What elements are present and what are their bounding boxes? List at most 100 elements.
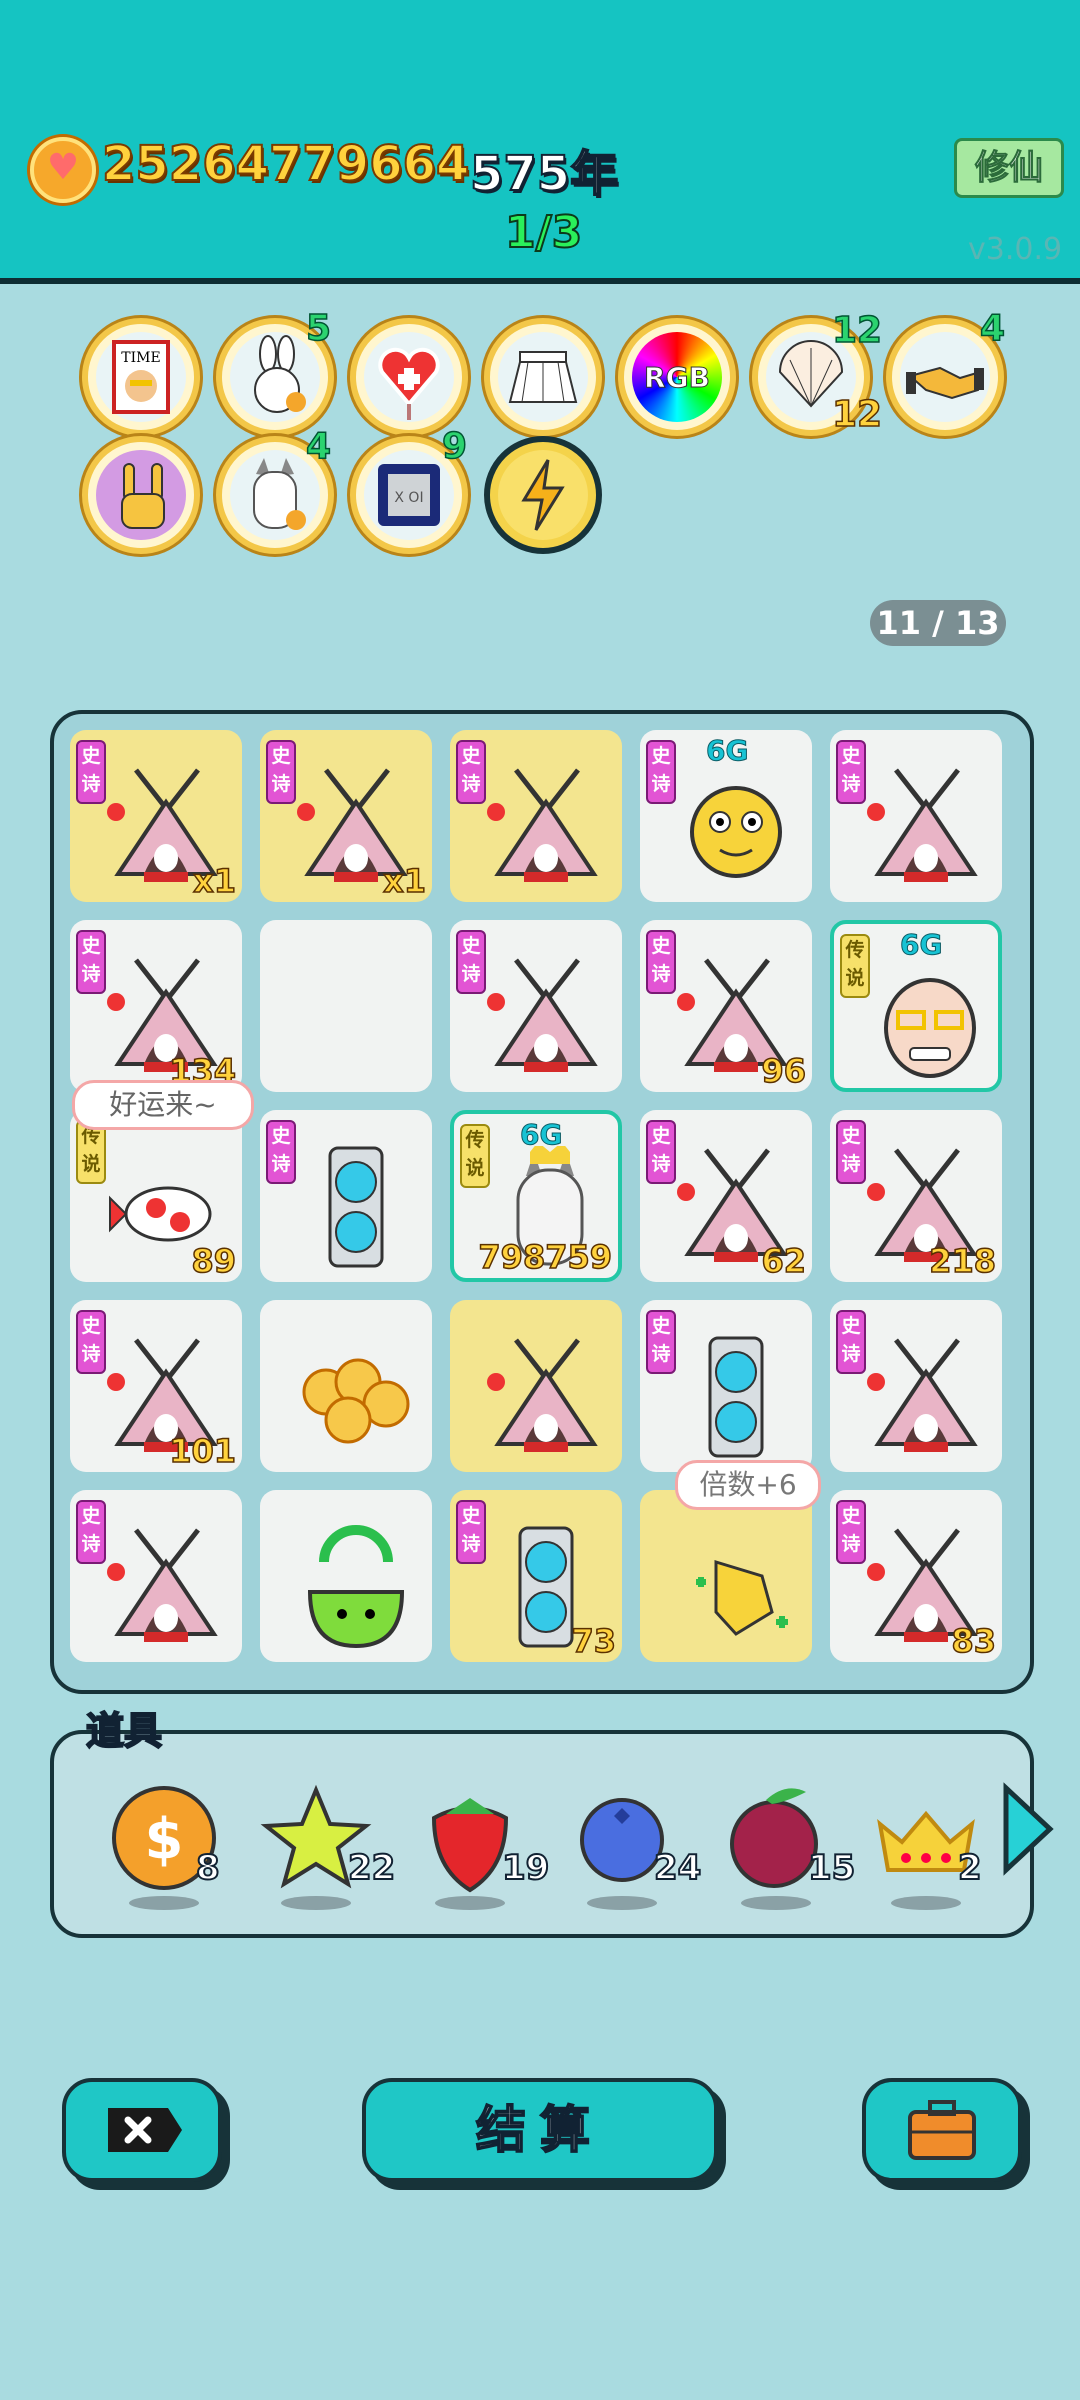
relic-rock-hand[interactable]: [82, 436, 200, 554]
item-star[interactable]: 22: [256, 1778, 396, 1910]
rarity-tag: 传说: [840, 934, 870, 998]
slot-cell-tent[interactable]: 史诗: [450, 730, 622, 902]
cell-value: 218: [928, 1241, 996, 1281]
slot-cell-empty[interactable]: [260, 920, 432, 1092]
gpu-icon: [676, 1332, 796, 1462]
g6-label: 6G: [519, 1118, 563, 1152]
cell-value: 89: [191, 1241, 237, 1281]
item-strawberry[interactable]: 19: [410, 1778, 550, 1910]
cell-value: 62: [761, 1241, 807, 1281]
slot-cell-face[interactable]: 史诗 6G: [640, 730, 812, 902]
relic-count: 4: [305, 425, 332, 468]
rarity-tag: 史诗: [266, 1120, 296, 1184]
slime-icon: [296, 1522, 416, 1652]
svg-text:TIME: TIME: [121, 350, 160, 366]
slot-cell-coins[interactable]: [260, 1300, 432, 1472]
slot-cell-gpu[interactable]: 史诗: [260, 1110, 432, 1282]
briefcase-button[interactable]: [862, 2078, 1022, 2182]
rarity-tag: 史诗: [646, 1120, 676, 1184]
settle-button[interactable]: 结算: [362, 2078, 718, 2182]
relic-lightning[interactable]: [484, 436, 602, 554]
slot-cell-hand[interactable]: [640, 1490, 812, 1662]
relic-skirt[interactable]: [484, 318, 602, 436]
slot-cell-koi[interactable]: 传说 89: [70, 1110, 242, 1282]
old-icon: [870, 956, 990, 1086]
relic-shell[interactable]: 12 12: [752, 309, 883, 436]
slot-cell-tent[interactable]: 史诗 101: [70, 1300, 242, 1472]
rarity-tag: 史诗: [76, 930, 106, 994]
cell-value: 798759: [478, 1237, 613, 1277]
slot-cell-tent[interactable]: 史诗 62: [640, 1110, 812, 1282]
relic-rabbit[interactable]: 5: [216, 307, 334, 436]
slot-cell-tent[interactable]: 史诗 x1: [260, 730, 432, 902]
round-counter: 1/3: [504, 206, 583, 259]
item-blueberry[interactable]: 24: [562, 1778, 702, 1910]
gpu-icon: [296, 1142, 416, 1272]
item-shadow: [891, 1896, 961, 1910]
xiuxian-button[interactable]: 修仙: [954, 138, 1064, 198]
rarity-tag: 史诗: [646, 930, 676, 994]
item-shadow: [281, 1896, 351, 1910]
item-crown[interactable]: 2: [866, 1778, 986, 1910]
item-count: 2: [957, 1847, 983, 1889]
slot-cell-tent[interactable]: 史诗: [450, 920, 622, 1092]
slot-cell-tent[interactable]: 史诗 83: [830, 1490, 1002, 1662]
item-shadow: [435, 1896, 505, 1910]
relic-count: 9: [441, 425, 468, 468]
time-magazine-icon: TIME: [112, 340, 170, 414]
face-icon: [676, 762, 796, 892]
multiplier-bubble: 倍数+6: [675, 1460, 821, 1510]
slot-cell-old[interactable]: 传说 6G: [830, 920, 1002, 1092]
cell-value: 83: [951, 1621, 997, 1661]
relic-count-secondary: 12: [831, 393, 883, 436]
slot-cell-tent[interactable]: 史诗 96: [640, 920, 812, 1092]
handshake-icon: [906, 366, 984, 400]
relic-rgb[interactable]: RGB: [618, 318, 736, 436]
item-lychee[interactable]: 15: [716, 1778, 856, 1910]
rarity-tag: 史诗: [646, 740, 676, 804]
slot-cell-husky[interactable]: 传说 6G 798759: [450, 1110, 622, 1282]
item-coin[interactable]: $ 8: [104, 1778, 224, 1910]
cell-value: 73: [571, 1621, 617, 1661]
page-indicator: 11 / 13: [870, 600, 1006, 646]
item-shadow: [129, 1896, 199, 1910]
slot-cell-tent[interactable]: 史诗 134: [70, 920, 242, 1092]
tent-icon: [866, 762, 986, 892]
item-count: 8: [195, 1847, 221, 1889]
hand-icon: [676, 1522, 796, 1652]
slot-cell-slime[interactable]: [260, 1490, 432, 1662]
rarity-tag: 史诗: [456, 930, 486, 994]
rarity-tag: 史诗: [836, 1120, 866, 1184]
slot-cell-tent[interactable]: 史诗: [830, 730, 1002, 902]
svg-text:RGB: RGB: [644, 361, 710, 394]
tent-icon: [486, 952, 606, 1082]
rarity-tag: 传说: [460, 1124, 490, 1188]
svg-text:$: $: [145, 1807, 184, 1872]
slot-cell-tent[interactable]: [450, 1300, 622, 1472]
version-label: v3.0.9: [968, 232, 1063, 267]
close-button[interactable]: [62, 2078, 222, 2182]
item-shadow: [741, 1896, 811, 1910]
relic-heart-fan[interactable]: [350, 318, 468, 436]
slot-cell-tent[interactable]: 史诗 218: [830, 1110, 1002, 1282]
relic-time-magazine[interactable]: TIME: [82, 318, 200, 436]
cpu-icon: X OI: [378, 464, 440, 526]
lucky-speech-bubble: 好运来~: [72, 1080, 254, 1130]
relic-husky[interactable]: 4: [216, 425, 334, 554]
relic-count: 12: [831, 309, 883, 352]
svg-text:X OI: X OI: [394, 490, 423, 506]
year-counter: 575年: [469, 145, 619, 203]
rarity-tag: 史诗: [456, 740, 486, 804]
relic-handshake[interactable]: 4: [886, 307, 1006, 436]
slot-cell-gpu[interactable]: 史诗: [640, 1300, 812, 1472]
rarity-tag: 史诗: [836, 740, 866, 804]
slot-cell-gpu[interactable]: 史诗 73: [450, 1490, 622, 1662]
items-next-arrow-icon[interactable]: [998, 1780, 1058, 1878]
slot-cell-tent[interactable]: 史诗: [830, 1300, 1002, 1472]
rarity-tag: 史诗: [76, 1310, 106, 1374]
slot-cell-tent[interactable]: 史诗 x1: [70, 730, 242, 902]
relic-cpu[interactable]: X OI 9: [350, 425, 468, 554]
tent-icon: [486, 762, 606, 892]
slot-cell-tent[interactable]: 史诗: [70, 1490, 242, 1662]
heart-coin-icon: ♥: [30, 137, 96, 203]
